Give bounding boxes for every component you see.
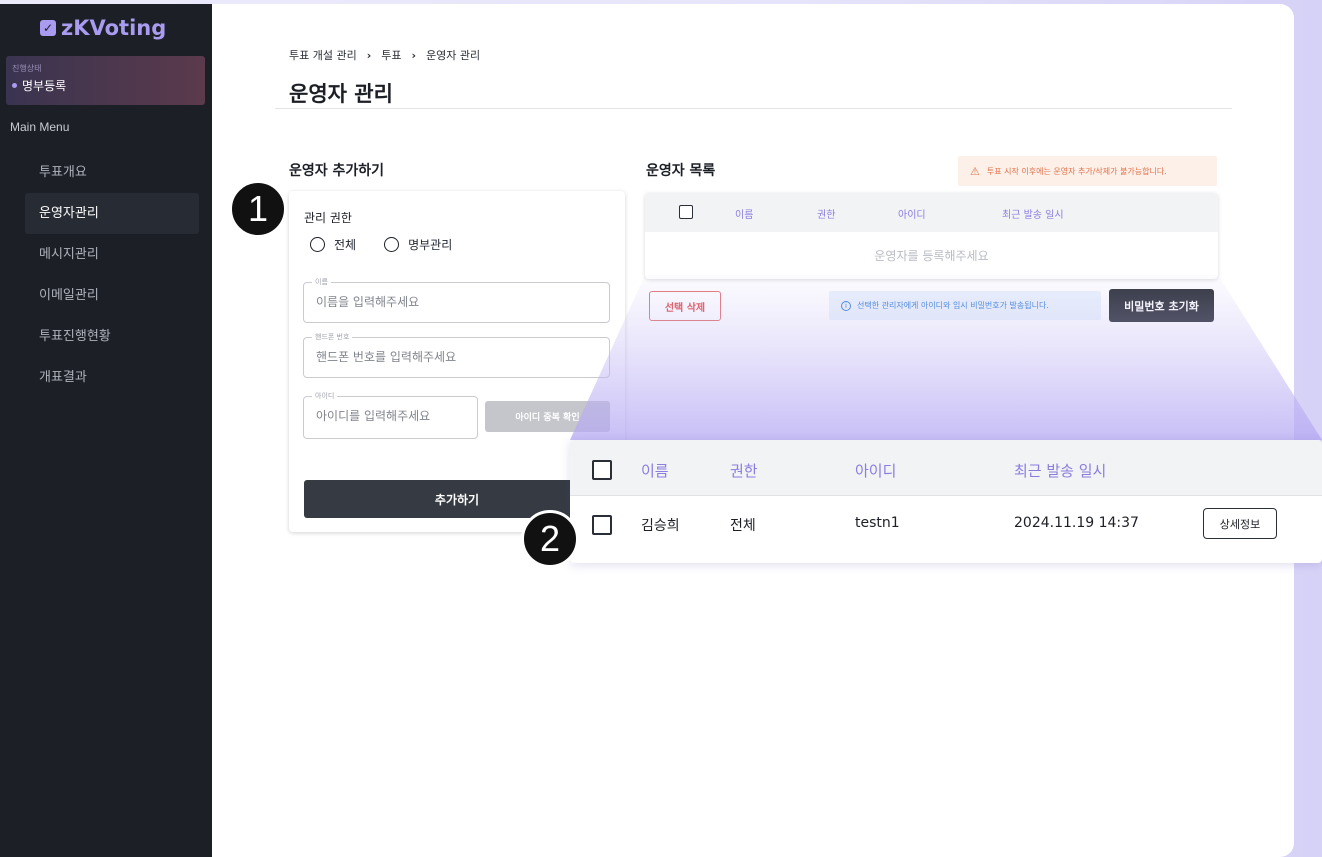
sidebar: ✓ zKVoting 진행상태 명부등록 Main Menu 투표개요 운영자관…	[0, 4, 212, 857]
main-menu: 투표개요 운영자관리 메시지관리 이메일관리 투표진행현황 개표결과	[25, 152, 199, 398]
info-icon: i	[841, 300, 851, 311]
radio-roster-label: 명부관리	[408, 238, 453, 252]
breadcrumb-item[interactable]: 투표 개설 관리	[289, 47, 357, 63]
detail-info-button[interactable]: 상세정보	[1203, 508, 1277, 539]
logo-text: zKVoting	[61, 16, 167, 40]
menu-title: Main Menu	[10, 120, 70, 134]
menu-item-vote-overview[interactable]: 투표개요	[25, 152, 199, 193]
breadcrumb-item[interactable]: 투표	[381, 47, 401, 63]
zoom-select-all-checkbox[interactable]	[592, 460, 612, 480]
radio-roster-management[interactable]: 명부관리	[384, 236, 452, 253]
row-checkbox[interactable]	[592, 515, 612, 535]
radio-all-label: 전체	[334, 238, 357, 252]
id-duplicate-check-button[interactable]: 아이디 중복 확인	[485, 401, 610, 432]
step-marker-2: 2	[521, 510, 579, 568]
warning-icon: ⚠	[970, 164, 980, 178]
id-input[interactable]	[316, 409, 476, 423]
column-id: 아이디	[898, 210, 926, 221]
select-all-checkbox[interactable]	[679, 205, 693, 219]
info-text: 선택한 관리자에게 아이디와 임시 비밀번호가 발송됩니다.	[857, 301, 1049, 310]
row-permission: 전체	[730, 518, 756, 534]
name-field-legend: 이름	[312, 277, 331, 287]
status-box: 진행상태 명부등록	[6, 56, 205, 105]
phone-field-legend: 핸드폰 번호	[312, 332, 353, 342]
menu-item-email-management[interactable]: 이메일관리	[25, 275, 199, 316]
zoomed-table-header: 이름 권한 아이디 최근 발송 일시	[570, 440, 1322, 496]
radio-all[interactable]: 전체	[310, 236, 356, 253]
breadcrumb-item: 운영자 관리	[426, 49, 481, 62]
row-name: 김승희	[641, 518, 680, 534]
name-input[interactable]	[316, 295, 576, 309]
status-label: 진행상태	[12, 64, 42, 73]
logo-check-icon: ✓	[40, 20, 56, 36]
phone-input[interactable]	[316, 350, 576, 364]
empty-message: 운영자를 등록해주세요	[874, 249, 989, 263]
table-header: 이름 권한 아이디 최근 발송 일시	[645, 193, 1218, 232]
info-badge: i 선택한 관리자에게 아이디와 임시 비밀번호가 발송됩니다.	[829, 291, 1101, 320]
warning-badge: ⚠ 투표 시작 이후에는 운영자 추가/삭제가 불가능합니다.	[958, 156, 1217, 186]
add-operator-title: 운영자 추가하기	[289, 163, 385, 179]
menu-item-count-result[interactable]: 개표결과	[25, 357, 199, 398]
menu-item-operator-management[interactable]: 운영자관리	[25, 193, 199, 234]
app-logo[interactable]: ✓ zKVoting	[40, 16, 166, 40]
menu-item-vote-progress[interactable]: 투표진행현황	[25, 316, 199, 357]
app-window: ✓ zKVoting 진행상태 명부등록 Main Menu 투표개요 운영자관…	[0, 4, 1294, 857]
step-marker-1: 1	[229, 180, 287, 238]
operator-list-title: 운영자 목록	[646, 163, 716, 179]
radio-circle-icon	[310, 237, 325, 252]
radio-circle-icon	[384, 237, 400, 252]
warning-text: 투표 시작 이후에는 운영자 추가/삭제가 불가능합니다.	[986, 166, 1167, 176]
table-row: 김승희 전체 testn1 2024.11.19 14:37 상세정보	[570, 497, 1322, 553]
status-value: 명부등록	[12, 77, 205, 94]
zoom-column-name: 이름	[641, 462, 669, 480]
reset-password-button[interactable]: 비밀번호 초기화	[1109, 289, 1214, 322]
add-operator-button[interactable]: 추가하기	[304, 480, 610, 518]
row-last-sent: 2024.11.19 14:37	[1014, 515, 1139, 531]
id-field-legend: 아이디	[312, 391, 338, 401]
operator-list-table: 이름 권한 아이디 최근 발송 일시 운영자를 등록해주세요	[645, 193, 1218, 279]
status-dot-icon	[12, 83, 17, 88]
column-permission: 권한	[817, 210, 836, 221]
header-divider	[275, 108, 1232, 109]
column-name: 이름	[735, 210, 754, 221]
phone-field: 핸드폰 번호	[303, 332, 610, 378]
chevron-right-icon: ›	[366, 48, 372, 62]
name-field: 이름	[303, 277, 610, 323]
zoom-column-id: 아이디	[855, 462, 897, 480]
zoom-column-permission: 권한	[730, 462, 758, 480]
id-field: 아이디	[303, 391, 478, 439]
delete-selected-button[interactable]: 선택 삭제	[649, 291, 721, 321]
chevron-right-icon: ›	[411, 48, 417, 62]
column-last-sent: 최근 발송 일시	[1002, 210, 1064, 221]
zoomed-table: 이름 권한 아이디 최근 발송 일시 김승희 전체 testn1 2024.11…	[570, 440, 1322, 563]
zoom-column-last-sent: 최근 발송 일시	[1014, 462, 1107, 480]
permission-radio-group: 전체 명부관리	[310, 236, 452, 253]
status-value-text: 명부등록	[22, 79, 67, 93]
breadcrumb: 투표 개설 관리 › 투표 › 운영자 관리	[289, 47, 480, 63]
menu-item-message-management[interactable]: 메시지관리	[25, 234, 199, 275]
row-id: testn1	[855, 515, 900, 531]
page-title: 운영자 관리	[289, 82, 393, 106]
permission-label: 관리 권한	[304, 211, 352, 225]
